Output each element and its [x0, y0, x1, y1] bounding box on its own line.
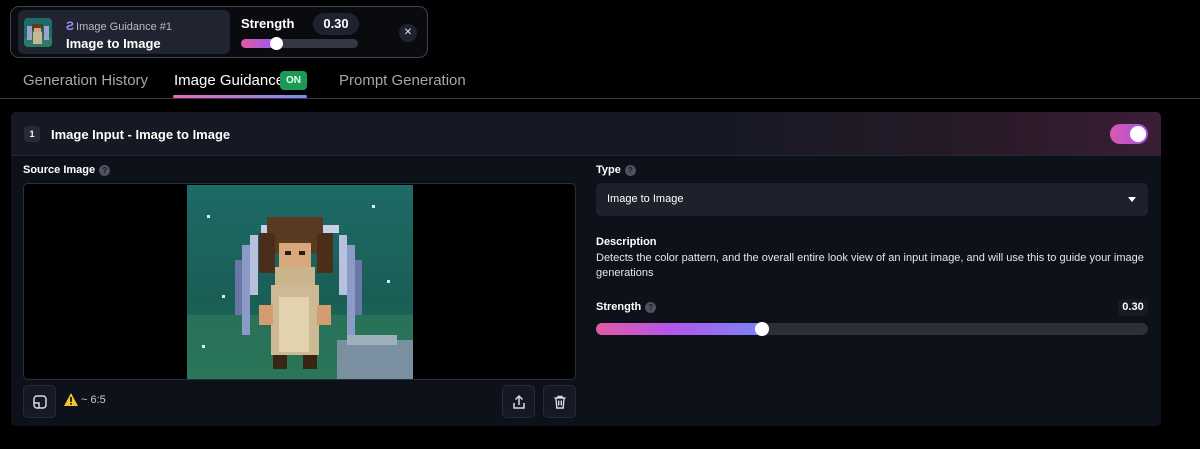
source-image-frame[interactable]	[23, 183, 576, 380]
aspect-ratio-text: ~ 6:5	[81, 394, 106, 406]
strength-value: 0.30	[1118, 299, 1148, 316]
tab-status-badge: ON	[280, 71, 307, 90]
strength-handle[interactable]	[754, 322, 769, 336]
crop-icon	[33, 395, 47, 409]
help-icon[interactable]: ?	[645, 302, 657, 313]
tab-prompt-generation[interactable]: Prompt Generation	[339, 72, 466, 89]
tab-bar: Generation History Image Guidance ON Pro…	[0, 62, 1200, 99]
chip-strength-handle[interactable]	[270, 37, 284, 50]
step-number: 1	[24, 126, 40, 142]
chip-strength-label: Strength	[241, 16, 295, 31]
active-tab-indicator	[173, 95, 307, 98]
panel-title: Image Input - Image to Image	[51, 127, 231, 142]
guidance-icon: Ƨ	[66, 19, 75, 33]
description-label: Description	[596, 236, 657, 248]
source-image-label: Source Image?	[23, 164, 111, 176]
aspect-ratio: ~ 6:5	[64, 393, 106, 409]
toggle-knob	[1130, 126, 1146, 142]
type-label-text: Type	[596, 164, 621, 176]
strength-fill	[596, 323, 762, 335]
upload-icon	[513, 394, 525, 409]
caret-down-icon	[1128, 197, 1136, 202]
help-icon[interactable]: ?	[99, 165, 111, 176]
guidance-title: Image to Image	[66, 36, 161, 51]
trash-icon	[554, 395, 566, 409]
guidance-chip[interactable]: Ƨ Image Guidance #1 Image to Image Streng…	[10, 6, 428, 58]
strength-label-text: Strength	[596, 301, 642, 313]
chip-strength-value: 0.30	[313, 13, 359, 35]
description-text: Detects the color pattern, and the overa…	[596, 252, 1144, 279]
strength-slider[interactable]	[596, 322, 1148, 336]
enable-toggle[interactable]	[1110, 124, 1148, 144]
source-image	[187, 185, 413, 379]
type-select[interactable]: Image to Image	[596, 183, 1148, 216]
type-label: Type?	[596, 164, 636, 176]
guidance-chip-info[interactable]: Ƨ Image Guidance #1 Image to Image	[18, 10, 230, 54]
chip-strength-slider[interactable]	[241, 37, 358, 50]
guidance-kicker-text: Image Guidance #1	[76, 21, 173, 33]
image-input-panel: 1 Image Input - Image to Image Source Im…	[11, 112, 1161, 426]
source-image-label-text: Source Image	[23, 164, 96, 176]
type-select-value: Image to Image	[607, 193, 684, 205]
help-icon[interactable]: ?	[624, 165, 636, 176]
crop-button[interactable]	[23, 385, 56, 418]
close-icon[interactable]: ✕	[399, 24, 417, 42]
panel-header[interactable]: 1 Image Input - Image to Image	[11, 112, 1161, 156]
warning-icon	[64, 393, 78, 406]
upload-button[interactable]	[502, 385, 535, 418]
strength-label: Strength?	[596, 301, 657, 313]
delete-button[interactable]	[543, 385, 576, 418]
guidance-thumbnail	[24, 18, 52, 47]
tab-generation-history[interactable]: Generation History	[23, 72, 148, 89]
tab-image-guidance[interactable]: Image Guidance	[174, 72, 284, 89]
guidance-kicker: Ƨ Image Guidance #1	[66, 19, 172, 33]
